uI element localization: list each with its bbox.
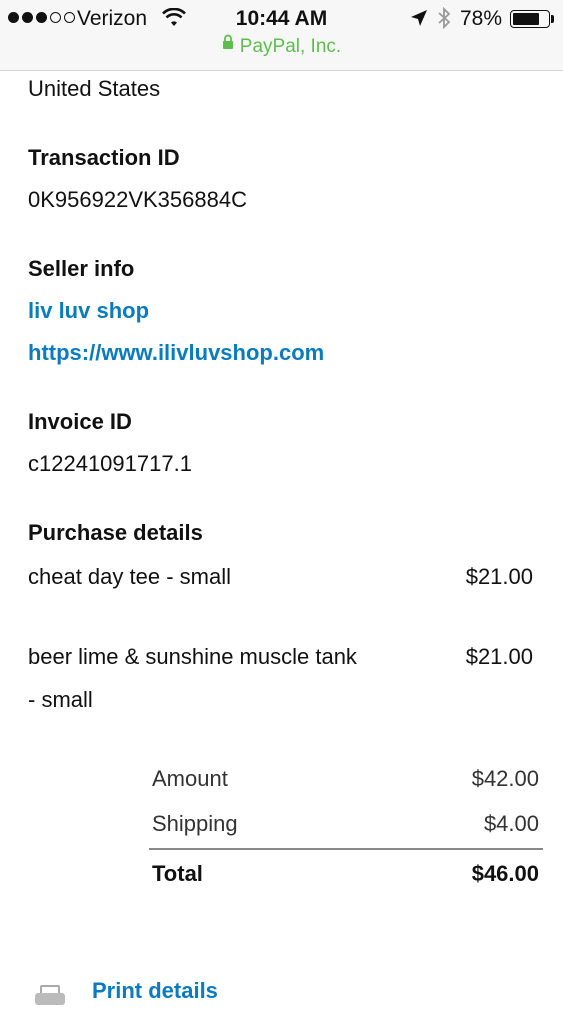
total-value: $46.00 (471, 861, 539, 886)
transaction-id-value: 0K956922VK356884C (28, 187, 247, 212)
lock-icon (222, 34, 234, 56)
amount-label: Amount (152, 766, 228, 791)
item-price: $21.00 (465, 564, 533, 589)
shipping-country: United States (28, 76, 161, 101)
item-name: beer lime & sunshine muscle tank (28, 644, 357, 669)
battery-percent: 78% (460, 7, 503, 30)
amount-value: $42.00 (471, 766, 539, 791)
bluetooth-icon (437, 6, 451, 34)
seller-name-link[interactable]: liv luv shop (28, 298, 149, 324)
battery-icon (510, 10, 550, 28)
battery-tip (551, 15, 554, 23)
item-name: cheat day tee - small (28, 564, 231, 589)
shipping-value: $4.00 (483, 811, 539, 836)
total-label: Total (152, 861, 203, 886)
shipping-label: Shipping (152, 811, 238, 836)
item-name-continued: - small (28, 687, 93, 712)
status-bar: Verizon 10:44 AM 78% PayPal, Inc. (0, 0, 563, 71)
location-arrow-icon (410, 9, 428, 32)
print-details-label[interactable]: Print details (92, 978, 218, 1004)
invoice-id-value: c12241091717.1 (28, 451, 192, 476)
site-name: PayPal, Inc. (239, 36, 342, 58)
invoice-id-heading: Invoice ID (28, 409, 132, 434)
address-bar[interactable]: PayPal, Inc. (0, 34, 563, 62)
transaction-id-heading: Transaction ID (28, 145, 180, 170)
purchase-details-heading: Purchase details (28, 520, 203, 545)
summary-divider (149, 848, 543, 850)
item-price: $21.00 (465, 644, 533, 669)
seller-info-heading: Seller info (28, 256, 135, 281)
printer-icon (34, 985, 66, 1010)
seller-website-link[interactable]: https://www.ilivluvshop.com (28, 340, 324, 366)
